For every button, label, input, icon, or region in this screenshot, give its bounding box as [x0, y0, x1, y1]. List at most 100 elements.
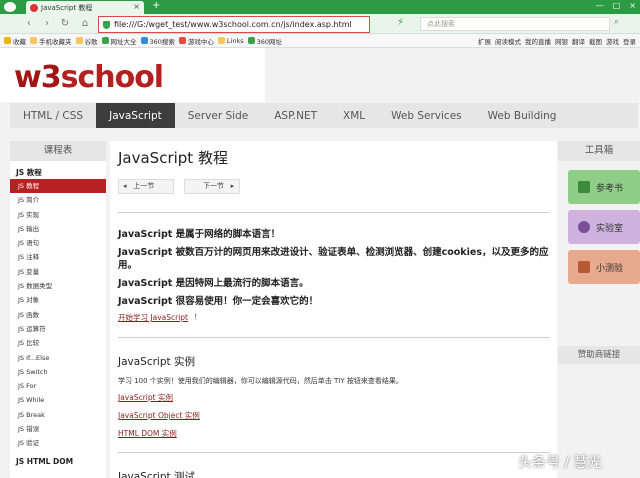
main-nav: HTML / CSS JavaScript Server Side ASP.NE… [10, 103, 638, 128]
sidebar-item[interactable]: JS 验证 [10, 436, 106, 450]
bookmark-tool[interactable]: 阅读模式 [495, 36, 521, 46]
bookmark-item[interactable]: 谷歌 [75, 36, 98, 46]
window-close-icon[interactable]: × [629, 1, 636, 10]
examples-title: JavaScript 实例 [118, 356, 195, 368]
sidebar-item[interactable]: JS 错误 [10, 422, 106, 436]
nav-server-side[interactable]: Server Side [175, 103, 261, 128]
sidebar-header: 课程表 [10, 141, 106, 161]
nav-javascript[interactable]: JavaScript [96, 103, 175, 128]
sidebar-item[interactable]: JS For [10, 379, 106, 393]
intro-line: JavaScript 是属于网络的脚本语言！ [118, 229, 281, 240]
sidebar-item[interactable]: JS 教程 [10, 179, 106, 194]
bookmark-tool[interactable]: 截图 [589, 36, 602, 46]
sidebar-item[interactable]: JS 函数 [10, 308, 106, 322]
back-icon[interactable]: ‹ [22, 17, 36, 31]
w3school-logo[interactable]: w3school [14, 60, 164, 95]
browser-nav-bar: ‹ › ↻ ⌂ file:///G:/wget_test/www.w3schoo… [0, 14, 640, 34]
bookmark-item[interactable]: 收藏 [4, 36, 26, 46]
bookmark-tool[interactable]: 翻译 [572, 36, 585, 46]
bookmark-tool[interactable]: 我的直播 [525, 36, 551, 46]
lightning-icon[interactable]: ⚡ [397, 17, 404, 28]
reference-button[interactable]: 参考书 [568, 170, 640, 204]
close-icon[interactable]: × [133, 2, 140, 11]
sidebar-item[interactable]: JS 输出 [10, 222, 106, 236]
tools-header: 工具箱 [558, 141, 640, 161]
nav-html-css[interactable]: HTML / CSS [10, 103, 96, 128]
sidebar-item[interactable]: JS If...Else [10, 351, 106, 365]
tab-active[interactable]: JavaScript 教程 × [26, 1, 144, 14]
nav-aspnet[interactable]: ASP.NET [261, 103, 330, 128]
sidebar-item[interactable]: JS 注释 [10, 250, 106, 264]
bookmark-item[interactable]: 游戏中心 [178, 36, 214, 46]
folder-icon [217, 37, 225, 44]
sidebar-item[interactable]: JS 比较 [10, 336, 106, 350]
minimize-icon[interactable]: — [596, 1, 604, 10]
intro-line: JavaScript 是因特网上最流行的脚本语言。 [118, 278, 309, 289]
intro-line: JavaScript 被数百万计的网页用来改进设计、验证表单、检测浏览器、创建c… [118, 247, 549, 258]
nav-web-services[interactable]: Web Services [378, 103, 475, 128]
test-title: JavaScript 测试 [118, 471, 195, 478]
refresh-icon[interactable]: ↻ [58, 17, 72, 31]
maximize-icon[interactable]: □ [613, 1, 621, 10]
example-link[interactable]: JavaScript Object 实例 [118, 410, 200, 421]
web-page: w3school HTML / CSS JavaScript Server Si… [0, 48, 640, 478]
address-bar[interactable]: file:///G:/wget_test/www.w3school.com.cn… [98, 16, 370, 33]
site-icon [140, 37, 148, 44]
next-button[interactable]: 下一节 ▸ [184, 179, 240, 194]
nav-web-building[interactable]: Web Building [475, 103, 570, 128]
url-text: file:///G:/wget_test/www.w3school.com.cn… [114, 20, 352, 29]
home-icon[interactable]: ⌂ [78, 17, 92, 31]
nav-xml[interactable]: XML [330, 103, 378, 128]
sidebar-item[interactable]: JS 语句 [10, 236, 106, 250]
sidebar-item[interactable]: JS 对象 [10, 293, 106, 307]
bookmark-item[interactable]: 手机收藏夹 [30, 36, 72, 46]
divider [118, 452, 550, 453]
sidebar-item[interactable]: JS Switch [10, 365, 106, 379]
example-link[interactable]: JavaScript 实例 [118, 392, 173, 403]
bookmark-item[interactable]: Links [217, 37, 244, 45]
bookmark-tool[interactable]: 游戏 [606, 36, 619, 46]
new-tab-icon[interactable]: + [152, 0, 160, 11]
bookmark-tool[interactable]: 网银 [555, 36, 568, 46]
sidebar-item[interactable]: JS While [10, 393, 106, 407]
bookmark-tool[interactable]: 登录 [623, 36, 636, 46]
forward-icon[interactable]: › [40, 17, 54, 31]
window-controls: — □ × [596, 1, 636, 10]
gear-icon [578, 221, 590, 233]
book-icon [578, 181, 590, 193]
sidebar-item[interactable]: JS 运算符 [10, 322, 106, 336]
sidebar-item[interactable]: JS 数据类型 [10, 279, 106, 293]
example-link[interactable]: HTML DOM 实例 [118, 428, 177, 439]
sidebar-item[interactable]: JS Break [10, 408, 106, 422]
browser-tab-bar: JavaScript 教程 × + — □ × [0, 0, 640, 14]
sidebar-item[interactable]: JS 实现 [10, 208, 106, 222]
tools-sidebar: 工具箱 参考书 实验室 小测验 赞助商链接 [558, 141, 640, 478]
quiz-icon [578, 261, 590, 273]
page-title: JavaScript 教程 [118, 149, 228, 167]
header-banner [265, 48, 640, 102]
bookmark-item[interactable]: 网址大全 [101, 36, 137, 46]
sidebar-item[interactable]: JS 简介 [10, 193, 106, 207]
prev-button[interactable]: ◂ 上一节 [118, 179, 174, 194]
bookmark-item[interactable]: 360搜索 [140, 36, 175, 46]
start-learning-link[interactable]: 开始学习 JavaScript [118, 312, 188, 323]
lab-button[interactable]: 实验室 [568, 210, 640, 244]
course-sidebar: 课程表 JS 教程 JS 教程 JS 简介 JS 实现 JS 输出 JS 语句 … [10, 141, 106, 478]
folder-icon [30, 37, 37, 44]
watermark-text: 头条号 / 慧光 [518, 455, 602, 471]
divider [118, 337, 550, 338]
search-input[interactable]: 点此搜索 [420, 17, 610, 31]
search-icon[interactable]: ⌕ [614, 17, 619, 27]
quiz-button[interactable]: 小测验 [568, 250, 640, 284]
favicon-icon [30, 3, 38, 12]
intro-line: 用。 [118, 260, 138, 271]
star-icon [4, 37, 11, 44]
divider [118, 212, 550, 213]
bookmark-tool[interactable]: 扩展 [478, 36, 491, 46]
game-icon [178, 37, 186, 44]
browser-logo-icon[interactable] [4, 2, 16, 12]
bookmark-item[interactable]: 360网址 [247, 36, 282, 46]
sidebar-group-title: JS HTML DOM [16, 456, 74, 466]
sidebar-item[interactable]: JS 变量 [10, 265, 106, 279]
tab-title: JavaScript 教程 [41, 3, 93, 12]
